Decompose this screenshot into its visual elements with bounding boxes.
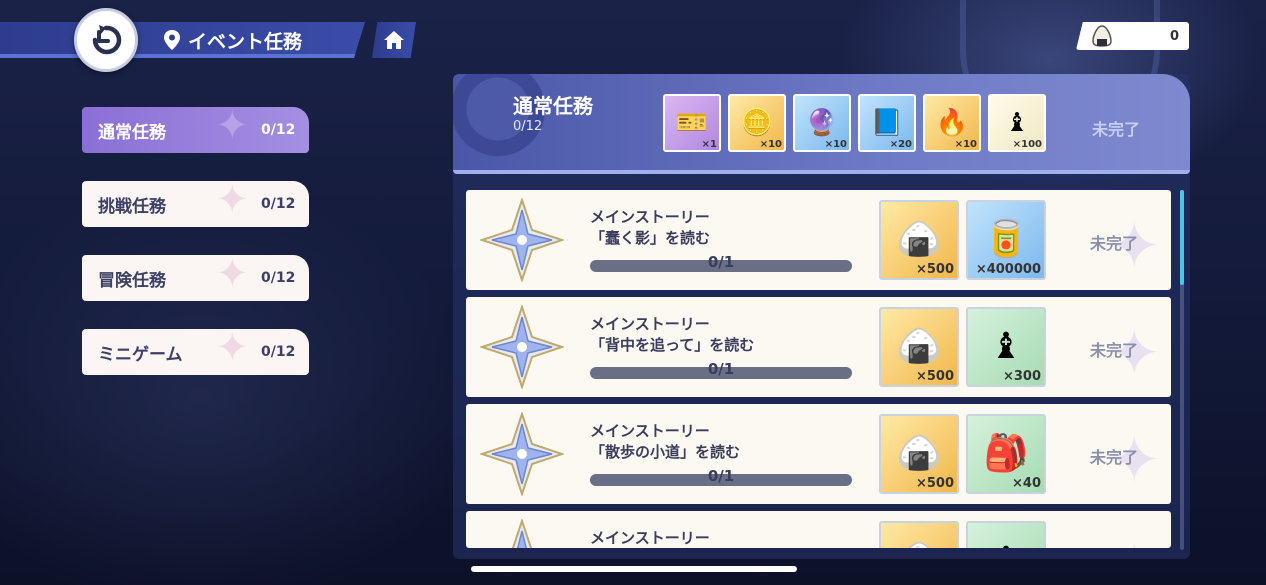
quest-status: 未完了 xyxy=(1090,341,1139,360)
quest-reward[interactable]: 🍙 ×500 xyxy=(879,200,959,280)
reward-qty: ×1 xyxy=(701,139,717,150)
summary-reward[interactable]: 🪙 ×10 xyxy=(728,94,786,152)
quest-row[interactable]: メインストーリー 「蠢く影」を読む 0/1 🍙 ×500 🥫 ×400000 未… xyxy=(466,190,1171,290)
currency-value: 0 xyxy=(1169,28,1179,44)
page-title-text: イベント任務 xyxy=(188,30,303,53)
quest-description: 「散歩の小道」を読む xyxy=(590,443,741,461)
tab-adventure-missions[interactable]: 冒険任務 0/12 xyxy=(82,255,309,301)
tab-count: 0/12 xyxy=(261,270,296,286)
book-icon: 📘 xyxy=(870,108,904,138)
quest-reward[interactable]: ♝ xyxy=(966,521,1046,548)
summary-status: 未完了 xyxy=(1091,120,1140,139)
chess-piece-icon: ♝ xyxy=(1005,108,1029,138)
back-button[interactable] xyxy=(74,8,138,72)
quest-category: メインストーリー xyxy=(590,315,710,333)
location-pin-icon xyxy=(164,30,180,50)
reward-qty: ×10 xyxy=(954,139,977,150)
progress-label: 0/1 xyxy=(707,360,735,378)
progress-label: 0/1 xyxy=(707,253,735,271)
quest-reward[interactable]: 🍙 ×500 xyxy=(879,307,959,387)
green-bag-icon: 🎒 xyxy=(983,433,1029,474)
chess-piece-icon: ♝ xyxy=(990,543,1022,549)
compass-star-icon xyxy=(480,305,564,389)
quest-category: メインストーリー xyxy=(590,529,710,547)
reward-qty: ×500 xyxy=(915,262,954,277)
currency-counter: 0 xyxy=(1076,22,1189,50)
quest-title: メインストーリー 「蠢く影」を読む xyxy=(590,207,710,249)
summary-reward[interactable]: 🔥 ×10 xyxy=(923,94,981,152)
home-button[interactable] xyxy=(372,22,416,58)
quest-reward[interactable]: ♝ ×300 xyxy=(966,307,1046,387)
quest-row[interactable]: メインストーリー 「散歩の小道」を読む 0/1 🍙 ×500 🎒 ×40 未完了 xyxy=(466,404,1171,504)
scrollbar-thumb[interactable] xyxy=(1180,190,1184,285)
quest-category: メインストーリー xyxy=(590,208,710,226)
quest-reward[interactable]: 🥫 ×400000 xyxy=(966,200,1046,280)
quest-reward[interactable]: 🎒 ×40 xyxy=(966,414,1046,494)
page-title: イベント任務 xyxy=(162,22,302,58)
reward-qty: ×400000 xyxy=(975,262,1041,277)
compass-star-icon xyxy=(480,198,564,282)
tab-label: 通常任務 xyxy=(98,122,166,143)
reward-qty: ×100 xyxy=(1012,139,1042,150)
rice-ball-icon xyxy=(1092,25,1112,47)
crystal-orb-icon: 🔮 xyxy=(805,108,839,138)
summary-header: 通常任務 0/12 🎫 ×1 🪙 ×10 🔮 ×10 📘 ×20 🔥 ×10 ♝… xyxy=(453,74,1190,174)
scrollbar[interactable] xyxy=(1180,190,1184,550)
compass-star-icon xyxy=(511,519,533,548)
tab-minigame[interactable]: ミニゲーム 0/12 xyxy=(82,329,309,375)
reward-qty: ×500 xyxy=(915,476,954,491)
reward-qty: ×20 xyxy=(889,139,912,150)
tab-normal-missions[interactable]: 通常任務 0/12 xyxy=(82,107,309,153)
summary-reward[interactable]: ♝ ×100 xyxy=(988,94,1046,152)
quest-row[interactable]: メインストーリー 「背中を追って」を読む 0/1 🍙 ×500 ♝ ×300 未… xyxy=(466,297,1171,397)
tab-count: 0/12 xyxy=(261,122,296,138)
gold-coin-icon: 🪙 xyxy=(740,108,774,138)
fire-bowl-icon: 🔥 xyxy=(935,108,969,138)
tab-count: 0/12 xyxy=(261,196,296,212)
home-indicator[interactable] xyxy=(471,566,797,572)
reward-qty: ×40 xyxy=(1012,476,1041,491)
summary-reward[interactable]: 📘 ×20 xyxy=(858,94,916,152)
rice-ball-icon: 🍙 xyxy=(896,219,942,260)
ticket-icon: 🎫 xyxy=(675,108,709,138)
chess-piece-icon: ♝ xyxy=(989,326,1023,367)
rice-ball-icon: 🍙 xyxy=(896,326,942,367)
home-icon xyxy=(384,31,404,49)
reward-qty: ×500 xyxy=(915,369,954,384)
summary-title: 通常任務 xyxy=(513,94,593,118)
tab-label: ミニゲーム xyxy=(98,344,183,365)
tab-label: 挑戦任務 xyxy=(98,196,166,217)
reward-qty: ×300 xyxy=(1002,369,1041,384)
tab-challenge-missions[interactable]: 挑戦任務 0/12 xyxy=(82,181,309,227)
blue-can-icon: 🥫 xyxy=(983,219,1029,260)
reward-qty: ×10 xyxy=(759,139,782,150)
quest-description: 「蠢く影」を読む xyxy=(590,229,711,247)
summary-reward[interactable]: 🔮 ×10 xyxy=(793,94,851,152)
quest-description: 「背中を追って」を読む xyxy=(590,336,755,354)
quest-title: メインストーリー 「背中を追って」を読む xyxy=(590,314,754,356)
quest-row[interactable]: メインストーリー 🍙 ♝ xyxy=(466,511,1171,548)
summary-reward[interactable]: 🎫 ×1 xyxy=(663,94,721,152)
compass-star-icon xyxy=(480,412,564,496)
quest-status: 未完了 xyxy=(1090,234,1139,253)
back-arrow-icon xyxy=(92,25,122,55)
rice-ball-icon: 🍙 xyxy=(897,543,942,549)
tab-count: 0/12 xyxy=(261,344,296,360)
quest-reward[interactable]: 🍙 ×500 xyxy=(879,414,959,494)
quest-status: 未完了 xyxy=(1090,448,1139,467)
tab-label: 冒険任務 xyxy=(98,270,166,291)
quest-category: メインストーリー xyxy=(590,422,710,440)
quest-title: メインストーリー 「散歩の小道」を読む xyxy=(590,421,740,463)
reward-qty: ×10 xyxy=(824,139,847,150)
quest-reward[interactable]: 🍙 xyxy=(879,521,959,548)
rice-ball-icon: 🍙 xyxy=(896,433,942,474)
progress-label: 0/1 xyxy=(707,467,735,485)
quest-title: メインストーリー xyxy=(590,528,710,548)
summary-count: 0/12 xyxy=(513,119,543,134)
